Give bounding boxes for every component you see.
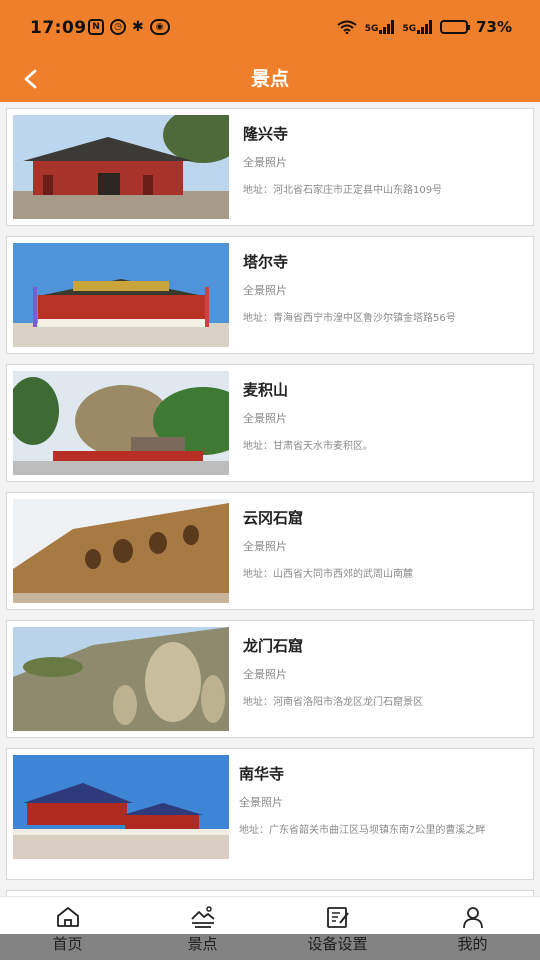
spot-address: 地址：河南省洛阳市洛龙区龙门石窟景区 — [243, 697, 423, 708]
spot-photo — [13, 371, 229, 475]
signal-bars-icon — [417, 20, 433, 34]
tab-profile[interactable]: 我的 — [405, 897, 540, 960]
status-bar: 17:09 N ◷ ✱ ◉ 5G 5G 73% — [0, 0, 540, 58]
scenery-icon — [190, 906, 215, 928]
spot-photo — [13, 115, 229, 219]
spot-tag: 全景照片 — [243, 156, 287, 169]
spot-tag: 全景照片 — [239, 796, 283, 809]
spot-address: 地址：广东省韶关市曲江区马坝镇东南7公里的曹溪之畔 — [239, 825, 486, 836]
spot-tag: 全景照片 — [243, 284, 287, 297]
signal-1: 5G — [365, 20, 395, 34]
alarm-icon: ◷ — [110, 19, 126, 35]
spot-photo — [13, 627, 229, 731]
spot-name: 塔尔寺 — [243, 253, 289, 271]
user-icon — [462, 907, 483, 929]
tab-label: 设备设置 — [307, 935, 368, 953]
scenic-spot-list[interactable]: 隆兴寺 全景照片 地址：河北省石家庄市正定县中山东路109号 塔尔寺 全景照片 … — [0, 102, 540, 896]
tab-label: 我的 — [457, 935, 488, 953]
spot-tag: 全景照片 — [243, 412, 287, 425]
spot-photo — [13, 755, 229, 859]
spot-card[interactable]: 龙门石窟 全景照片 地址：河南省洛阳市洛龙区龙门石窟景区 — [6, 620, 534, 738]
signal-2: 5G — [402, 20, 433, 34]
spot-photo — [13, 499, 229, 603]
spot-name: 隆兴寺 — [243, 125, 289, 143]
tab-label: 首页 — [52, 935, 83, 953]
battery-percent: 73% — [476, 18, 512, 36]
spot-photo — [13, 243, 229, 347]
spot-name: 南华寺 — [239, 765, 285, 783]
spot-card[interactable]: 塔尔寺 全景照片 地址：青海省西宁市湟中区鲁沙尔镇金塔路56号 — [6, 236, 534, 354]
network-type-2: 5G — [402, 24, 417, 34]
spot-name: 麦积山 — [243, 381, 289, 399]
bottom-tab-bar: 首页 景点 设备设置 我的 — [0, 896, 540, 960]
page-title: 景点 — [250, 68, 289, 90]
nfc-icon: N — [88, 19, 104, 35]
tab-label: 景点 — [187, 935, 218, 953]
tab-home[interactable]: 首页 — [0, 897, 135, 960]
tab-device-settings[interactable]: 设备设置 — [270, 897, 405, 960]
eye-comfort-icon: ◉ — [149, 19, 170, 35]
spot-address: 地址：河北省石家庄市正定县中山东路109号 — [243, 185, 443, 196]
tab-scenery[interactable]: 景点 — [135, 897, 270, 960]
home-icon — [56, 907, 79, 927]
spot-card[interactable]: 云冈石窟 全景照片 地址：山西省大同市西郊的武周山南麓 — [6, 492, 534, 610]
spot-address: 地址：青海省西宁市湟中区鲁沙尔镇金塔路56号 — [243, 313, 456, 324]
spot-tag: 全景照片 — [243, 540, 287, 553]
system-icons: 5G 5G 73% — [337, 18, 512, 36]
notification-icons: N ◷ ✱ ◉ — [88, 19, 170, 35]
spot-card[interactable]: 隆兴寺 全景照片 地址：河北省石家庄市正定县中山东路109号 — [6, 108, 534, 226]
network-type-1: 5G — [364, 24, 379, 34]
edit-icon — [326, 907, 349, 928]
spot-card[interactable]: 麦积山 全景照片 地址：甘肃省天水市麦积区。 — [6, 364, 534, 482]
spot-address: 地址：甘肃省天水市麦积区。 — [243, 441, 373, 452]
wifi-icon — [337, 20, 357, 34]
bluetooth-icon: ✱ — [132, 19, 144, 35]
spot-name: 云冈石窟 — [243, 509, 304, 527]
title-bar: 景点 — [0, 58, 540, 102]
signal-bars-icon — [379, 20, 395, 34]
spot-card[interactable]: 南华寺 全景照片 地址：广东省韶关市曲江区马坝镇东南7公里的曹溪之畔 — [6, 748, 534, 880]
status-time: 17:09 — [30, 18, 87, 38]
battery-icon — [440, 20, 471, 34]
spot-address: 地址：山西省大同市西郊的武周山南麓 — [243, 569, 413, 580]
spot-tag: 全景照片 — [243, 668, 287, 681]
spot-name: 龙门石窟 — [243, 637, 304, 655]
